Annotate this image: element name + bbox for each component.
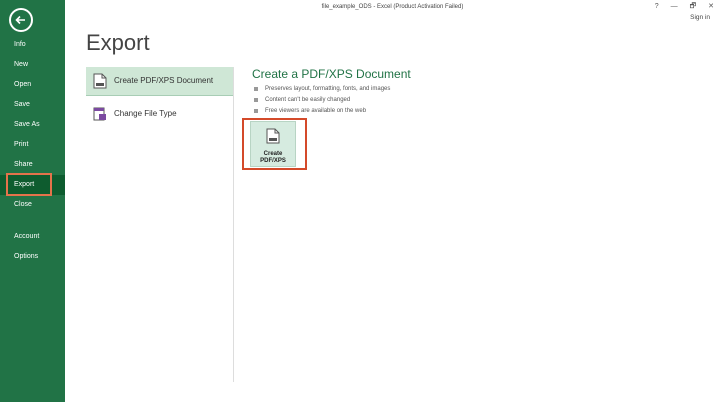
- restore-icon[interactable]: 🗗: [690, 3, 697, 10]
- pdf-document-icon: [93, 73, 107, 89]
- sidebar-item-print[interactable]: Print: [0, 135, 65, 155]
- sidebar-item-save-as[interactable]: Save As: [0, 115, 65, 135]
- bullet-item: Content can't be easily changed: [254, 95, 390, 106]
- sidebar-item-account[interactable]: Account: [0, 227, 65, 247]
- create-button-label: Create PDF/XPS: [251, 151, 295, 165]
- sidebar-item-open[interactable]: Open: [0, 75, 65, 95]
- option-change-file-type[interactable]: Change File Type: [86, 100, 234, 128]
- option-label: Create PDF/XPS Document: [114, 76, 214, 85]
- sidebar-item-share[interactable]: Share: [0, 155, 65, 175]
- bullet-item: Free viewers are available on the web: [254, 106, 390, 117]
- sidebar-item-close[interactable]: Close: [0, 195, 65, 215]
- pdf-document-icon: [266, 128, 280, 144]
- option-label: Change File Type: [114, 109, 177, 118]
- button-label-line2: PDF/XPS: [260, 158, 286, 164]
- option-create-pdf-xps[interactable]: Create PDF/XPS Document: [86, 67, 234, 96]
- backstage-sidebar: Info New Open Save Save As Print Share E…: [0, 0, 65, 402]
- back-arrow-icon[interactable]: [9, 8, 33, 32]
- sidebar-item-new[interactable]: New: [0, 55, 65, 75]
- export-options-list: Create PDF/XPS Document Change File Type: [86, 67, 234, 132]
- window-controls: ? — 🗗 ✕: [645, 2, 714, 13]
- feature-bullets: Preserves layout, formatting, fonts, and…: [254, 84, 390, 117]
- change-file-type-icon: [93, 106, 107, 122]
- vertical-divider: [233, 67, 234, 382]
- export-highlight-box: [6, 173, 52, 196]
- bullet-item: Preserves layout, formatting, fonts, and…: [254, 84, 390, 95]
- create-pdf-xps-button[interactable]: Create PDF/XPS: [250, 121, 296, 167]
- window-title: file_example_ODS - Excel (Product Activa…: [321, 4, 464, 10]
- sign-in-link[interactable]: Sign in: [690, 14, 710, 21]
- button-label-line1: Create: [263, 151, 283, 157]
- page-title: Export: [86, 30, 150, 55]
- close-icon[interactable]: ✕: [708, 3, 714, 10]
- sidebar-item-info[interactable]: Info: [0, 35, 65, 55]
- help-icon[interactable]: ?: [655, 3, 659, 10]
- detail-title: Create a PDF/XPS Document: [252, 67, 411, 81]
- sidebar-item-save[interactable]: Save: [0, 95, 65, 115]
- minimize-icon[interactable]: —: [671, 3, 678, 10]
- sidebar-item-options[interactable]: Options: [0, 247, 65, 267]
